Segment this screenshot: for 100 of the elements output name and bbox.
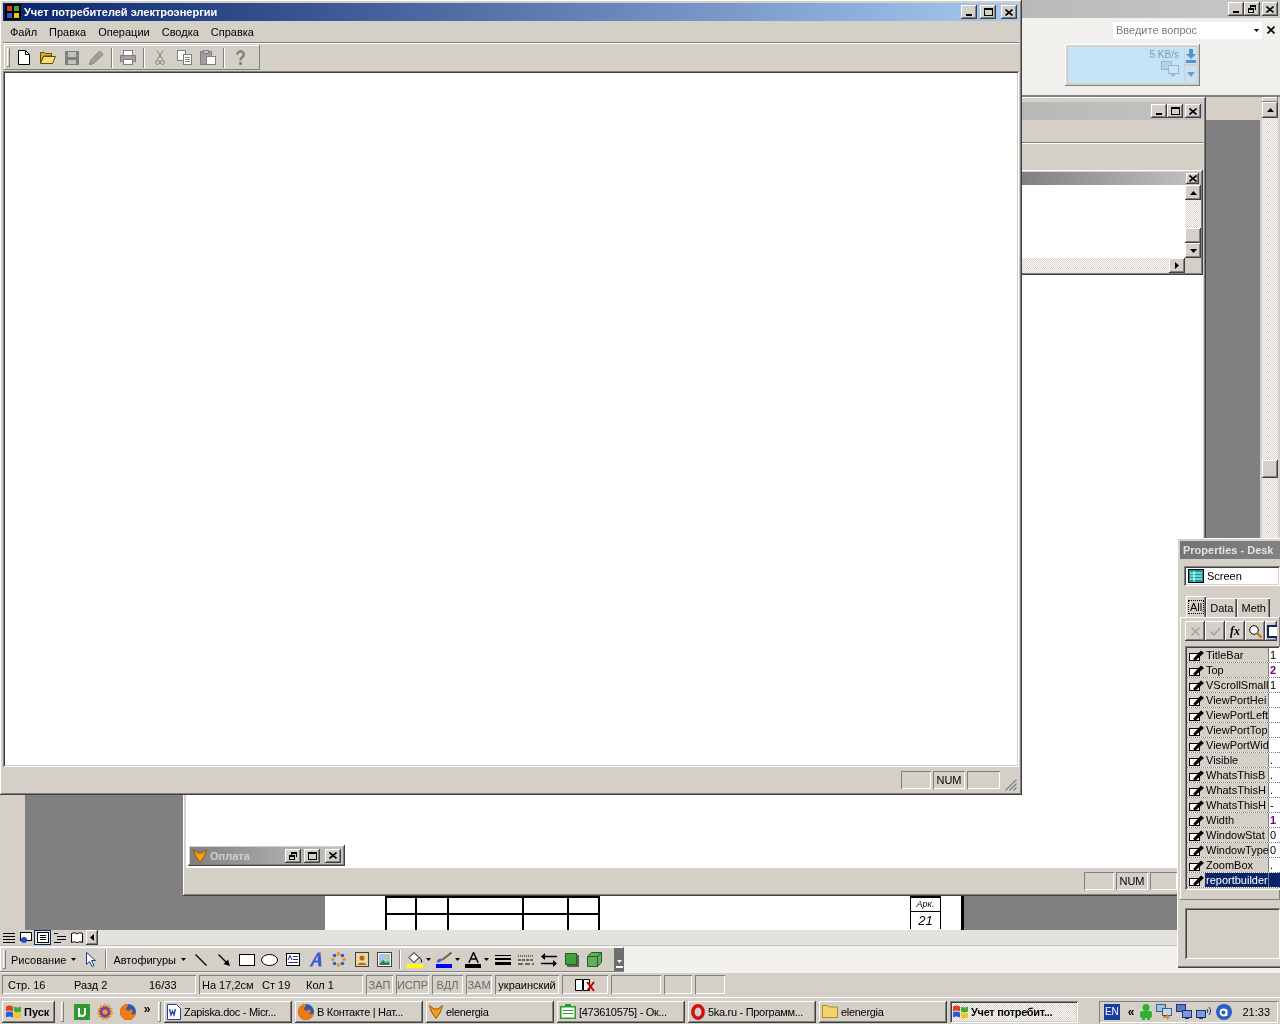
tray-expand-button[interactable]: « xyxy=(1127,1005,1137,1018)
property-name[interactable]: WindowStat xyxy=(1205,828,1268,842)
maximize-icon xyxy=(307,851,317,860)
minimize-button[interactable] xyxy=(1228,2,1244,16)
taskbar-button[interactable]: elenergia xyxy=(819,1000,947,1023)
mode-indicator[interactable]: ЗАМ xyxy=(466,975,492,994)
question-field[interactable]: Введите вопрос xyxy=(1113,21,1250,39)
property-value[interactable]: . xyxy=(1268,783,1280,797)
property-name[interactable]: WindowType xyxy=(1205,843,1268,857)
tab[interactable]: Data xyxy=(1206,598,1238,617)
mode-indicator[interactable]: ИСПР xyxy=(396,975,429,994)
taskbar-button[interactable]: Учет потребит... xyxy=(950,1000,1078,1023)
menu-item[interactable]: Операции xyxy=(92,23,156,41)
mode-indicator[interactable]: ЗАП xyxy=(366,975,393,994)
close-icon[interactable] xyxy=(1267,26,1275,34)
circle-logo-icon[interactable] xyxy=(1216,1003,1233,1020)
restore-button[interactable] xyxy=(1244,2,1260,16)
tab[interactable]: Meth xyxy=(1237,598,1270,617)
tab[interactable]: All xyxy=(1186,596,1207,617)
view-button[interactable] xyxy=(17,930,34,945)
property-name[interactable]: Top xyxy=(1205,663,1268,677)
dashed-lines-icon xyxy=(517,954,534,965)
property-name[interactable]: ViewPortTop xyxy=(1205,723,1268,737)
object-dropdown[interactable]: Screen xyxy=(1184,566,1280,586)
close-button[interactable] xyxy=(1001,5,1017,19)
taskbar-button[interactable]: В Контакте | Нат... xyxy=(295,1000,423,1023)
menu-item[interactable]: Сводка xyxy=(155,23,205,41)
view-button[interactable] xyxy=(34,930,51,945)
vertical-scrollbar[interactable] xyxy=(1185,185,1201,258)
property-name[interactable]: WhatsThisH xyxy=(1205,783,1268,797)
wireless-computer-icon[interactable] xyxy=(1196,1004,1213,1019)
language-indicator: украинский xyxy=(495,975,559,994)
view-button[interactable] xyxy=(0,930,17,945)
property-value[interactable]: . xyxy=(1268,768,1280,782)
property-name[interactable]: WhatsThisH xyxy=(1205,798,1268,812)
scroll-left-button[interactable] xyxy=(86,930,98,945)
computers-icon[interactable] xyxy=(1176,1004,1193,1019)
property-value[interactable]: . xyxy=(1268,858,1280,872)
taskbar-button[interactable]: 5ka.ru - Программ... xyxy=(688,1000,816,1023)
property-name[interactable]: ViewPortWid xyxy=(1205,738,1268,752)
view-button[interactable] xyxy=(68,930,85,945)
network-transfer-icon[interactable] xyxy=(1156,1003,1173,1020)
taskbar-button[interactable]: Zapiska.doc - Micr... xyxy=(164,1000,292,1023)
scroll-thumb[interactable] xyxy=(1185,228,1201,243)
toolbar-options-button[interactable] xyxy=(614,948,624,971)
property-value[interactable]: . xyxy=(1268,753,1280,767)
maximize-button[interactable] xyxy=(1167,104,1183,118)
dropdown-button[interactable] xyxy=(1250,21,1262,39)
scroll-down-button[interactable] xyxy=(1185,243,1201,258)
taskbar-button[interactable]: elenergia xyxy=(426,1000,554,1023)
menu-item[interactable]: Справка xyxy=(204,23,260,41)
property-name[interactable]: ViewPortHei xyxy=(1205,693,1268,707)
close-button[interactable] xyxy=(1186,173,1199,184)
property-name[interactable]: WhatsThisB xyxy=(1205,768,1268,782)
scroll-right-button[interactable] xyxy=(1169,258,1185,273)
mode-indicator[interactable]: ВДЛ xyxy=(432,975,463,994)
property-value[interactable]: 1 xyxy=(1268,648,1280,662)
document-icon xyxy=(167,1003,181,1020)
scroll-thumb[interactable] xyxy=(1262,460,1278,478)
property-value[interactable]: - xyxy=(1268,798,1280,812)
minimize-button[interactable] xyxy=(1151,104,1167,118)
language-button[interactable]: EN xyxy=(1103,1003,1120,1020)
close-button[interactable] xyxy=(325,848,341,863)
property-name[interactable]: Visible xyxy=(1205,753,1268,767)
function-button[interactable]: fx xyxy=(1225,621,1245,641)
horizontal-scrollbar[interactable] xyxy=(1022,258,1185,273)
property-name[interactable]: TitleBar xyxy=(1205,648,1268,662)
view-button[interactable] xyxy=(51,930,68,945)
property-name[interactable]: Width xyxy=(1205,813,1268,827)
more-button[interactable]: » xyxy=(139,1000,155,1023)
zoom-button[interactable] xyxy=(1245,621,1265,641)
start-button[interactable]: Пуск xyxy=(2,1000,55,1023)
property-value[interactable]: 1 xyxy=(1268,678,1280,692)
menu-item[interactable]: Правка xyxy=(43,23,93,41)
minimize-button[interactable] xyxy=(961,5,977,19)
property-value[interactable]: 2 xyxy=(1268,663,1280,677)
menu-button[interactable]: Рисование xyxy=(8,948,80,971)
scroll-up-button[interactable] xyxy=(1185,185,1201,200)
taskbar-button[interactable]: [473610575] - Ок... xyxy=(557,1000,685,1023)
property-value[interactable]: 0 xyxy=(1268,843,1280,857)
code-button[interactable] xyxy=(1265,621,1277,641)
restore-button[interactable] xyxy=(285,848,301,863)
property-name[interactable]: ViewPortLeft xyxy=(1205,708,1268,722)
status-panel xyxy=(695,975,725,994)
property-name[interactable]: VScrollSmall xyxy=(1205,678,1268,692)
property-value[interactable]: 0 xyxy=(1268,828,1280,842)
property-name[interactable]: reportbuilder xyxy=(1205,873,1268,887)
property-name[interactable]: ZoomBox xyxy=(1205,858,1268,872)
maximize-button[interactable] xyxy=(980,5,996,19)
horizontal-scrollbar[interactable] xyxy=(86,930,1177,945)
property-value[interactable]: 1 xyxy=(1268,813,1280,827)
close-button[interactable] xyxy=(1185,104,1201,118)
menu-button[interactable]: Автофигуры xyxy=(110,948,189,971)
maximize-button[interactable] xyxy=(304,848,320,863)
menu-item[interactable]: Файл xyxy=(4,23,44,41)
scroll-up-button[interactable] xyxy=(1262,102,1278,118)
close-button[interactable] xyxy=(1262,2,1278,16)
value-cell[interactable] xyxy=(1268,873,1280,887)
font-color-icon xyxy=(467,951,479,963)
caret-icon xyxy=(426,958,431,961)
